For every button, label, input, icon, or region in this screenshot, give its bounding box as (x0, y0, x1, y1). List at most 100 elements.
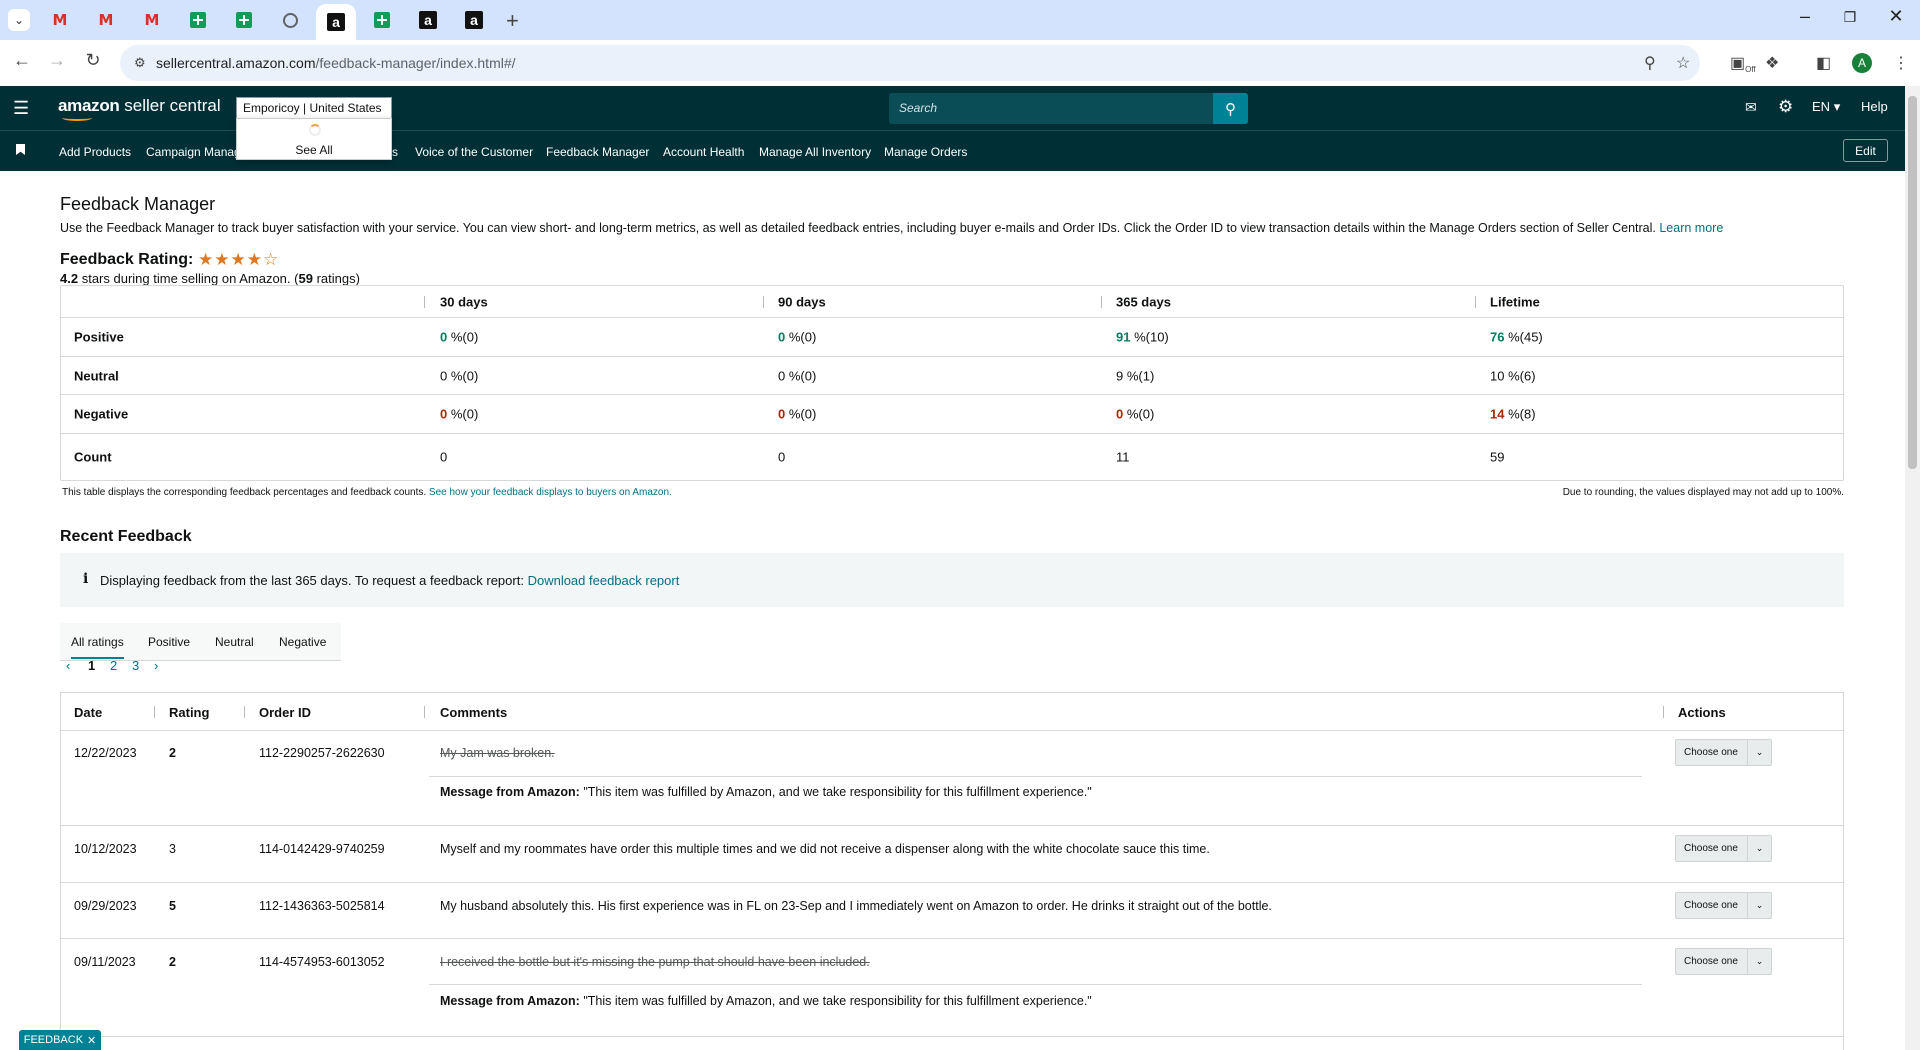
action-select-label: Choose one (1684, 956, 1738, 967)
star-full-icon: ★ (214, 250, 231, 269)
action-select[interactable]: Choose one ⌄ (1675, 739, 1772, 766)
order-id-link[interactable]: 114-4574953-6013052 (259, 955, 385, 969)
hamburger-menu-icon[interactable]: ☰ (13, 98, 29, 119)
restore-icon[interactable]: ❐ (1830, 9, 1870, 26)
sheets-icon (190, 12, 206, 28)
star-full-icon: ★ (198, 250, 215, 269)
loading-spinner-icon (309, 124, 321, 136)
metrics-cell: 9 %(1) (1116, 368, 1154, 383)
nav-feedback-manager[interactable]: Feedback Manager (546, 145, 649, 159)
account-switcher[interactable]: Emporicoy | United States (236, 97, 392, 119)
nav-campaign-manager[interactable]: Campaign Manag (146, 145, 241, 159)
language-selector[interactable]: EN ▾ (1812, 99, 1840, 115)
tab-sheets-3[interactable] (370, 8, 394, 32)
tab-amazon-3[interactable]: a (462, 8, 486, 32)
tab-neutral[interactable]: Neutral (215, 635, 254, 649)
nav-account-health[interactable]: Account Health (663, 145, 744, 159)
bookmark-star-icon[interactable]: ☆ (1676, 53, 1690, 73)
message-divider (429, 984, 1642, 985)
col-order-id: Order ID (259, 705, 312, 720)
action-select[interactable]: Choose one ⌄ (1675, 948, 1772, 975)
extension-off-icon[interactable]: ▣Off (1730, 53, 1756, 74)
extensions-puzzle-icon[interactable]: ❖ (1765, 53, 1779, 73)
tab-gmail-3[interactable]: M (140, 8, 164, 32)
nav-hidden-item[interactable]: s (392, 145, 398, 159)
buyer-display-link[interactable]: See how your feedback displays to buyers… (429, 487, 672, 498)
feedback-tab-label: FEEDBACK (23, 1034, 84, 1046)
window-close-icon[interactable]: ✕ (1876, 6, 1916, 27)
back-arrow-icon[interactable]: ← (9, 50, 35, 71)
zoom-icon[interactable]: ⚲ (1644, 53, 1656, 73)
settings-gear-icon[interactable]: ⚙ (1778, 97, 1793, 117)
seller-central-logo[interactable]: amazon seller central (58, 96, 221, 121)
new-tab-plus-icon[interactable]: + (506, 8, 519, 34)
search-input[interactable]: Search (889, 93, 1213, 124)
tab-sheets-2[interactable] (232, 8, 256, 32)
message-divider (429, 776, 1642, 777)
nav-add-products[interactable]: Add Products (59, 145, 131, 159)
star-full-icon: ★ (230, 250, 247, 269)
tab-globe[interactable] (278, 8, 302, 32)
page-scrollbar[interactable] (1905, 86, 1920, 1050)
side-panel-icon[interactable]: ◧ (1816, 53, 1831, 73)
mail-icon[interactable]: ✉ (1745, 99, 1757, 116)
nav-manage-orders[interactable]: Manage Orders (884, 145, 967, 159)
close-icon[interactable]: ✕ (87, 1034, 96, 1047)
action-select-label: Choose one (1684, 900, 1738, 911)
help-link[interactable]: Help (1861, 99, 1888, 114)
nav-edit-button[interactable]: Edit (1843, 139, 1888, 162)
profile-avatar[interactable]: A (1852, 53, 1872, 73)
order-id-link[interactable]: 112-1436363-5025814 (259, 899, 385, 913)
page-2[interactable]: 2 (110, 658, 117, 673)
tab-gmail-2[interactable]: M (94, 8, 118, 32)
metrics-count: %(45) (1504, 329, 1543, 345)
bookmark-icon[interactable] (16, 144, 25, 155)
metrics-percent: 91 (1116, 329, 1131, 345)
feedback-date: 09/29/2023 (74, 899, 137, 913)
minimize-icon[interactable]: – (1785, 6, 1825, 27)
gmail-icon: M (144, 11, 160, 29)
tab-amazon-2[interactable]: a (416, 8, 440, 32)
feedback-comment: Myself and my roommates have order this … (440, 842, 1210, 856)
page-3[interactable]: 3 (132, 658, 139, 673)
language-label: EN (1812, 99, 1831, 114)
column-divider (1663, 706, 1664, 718)
action-select[interactable]: Choose one ⌄ (1675, 892, 1772, 919)
browser-menu-icon[interactable]: ⋮ (1893, 53, 1909, 73)
metrics-count: %(6) (1504, 368, 1536, 383)
page-1[interactable]: 1 (88, 658, 95, 673)
rating-summary: 4.2 stars during time selling on Amazon.… (60, 271, 360, 286)
learn-more-link[interactable]: Learn more (1659, 221, 1723, 235)
prev-page-icon[interactable]: ‹ (66, 658, 70, 673)
url-text: sellercentral.amazon.com/feedback-manage… (156, 55, 516, 71)
nav-manage-inventory[interactable]: Manage All Inventory (759, 145, 871, 159)
tab-negative[interactable]: Negative (279, 635, 326, 649)
tab-positive[interactable]: Positive (148, 635, 190, 649)
globe-icon (282, 12, 298, 28)
reload-icon[interactable]: ↻ (80, 50, 106, 71)
download-report-link[interactable]: Download feedback report (528, 573, 680, 588)
amazon-message: Message from Amazon: "This item was fulf… (440, 785, 1092, 799)
amazon-icon: a (327, 13, 345, 31)
tab-amazon-active[interactable]: a (316, 4, 356, 40)
nav-voice-of-customer[interactable]: Voice of the Customer (415, 145, 533, 159)
search-button[interactable]: ⚲ (1213, 93, 1248, 124)
tab-search-chevron-icon[interactable]: ⌄ (8, 9, 30, 31)
rating-stars: ★★★★☆ (198, 250, 279, 270)
address-bar[interactable]: ⚙ sellercentral.amazon.com/feedback-mana… (120, 45, 1700, 81)
tab-gmail-1[interactable]: M (48, 8, 72, 32)
metrics-count: %(10) (1130, 329, 1169, 345)
feedback-widget-tab[interactable]: FEEDBACK ✕ (19, 1030, 101, 1050)
scrollbar-thumb[interactable] (1908, 96, 1917, 469)
site-info-icon[interactable]: ⚙ (134, 55, 146, 71)
see-all-link[interactable]: See All (237, 143, 391, 157)
order-id-link[interactable]: 112-2290257-2622630 (259, 746, 385, 760)
action-select[interactable]: Choose one ⌄ (1675, 835, 1772, 862)
next-page-icon[interactable]: › (154, 658, 158, 673)
alert-message: Displaying feedback from the last 365 da… (100, 573, 679, 588)
search-icon: ⚲ (1225, 100, 1236, 118)
forward-arrow-icon[interactable]: → (44, 50, 70, 71)
tab-all-ratings[interactable]: All ratings (71, 635, 124, 659)
order-id-link[interactable]: 114-0142429-9740259 (259, 842, 385, 856)
tab-sheets-1[interactable] (186, 8, 210, 32)
